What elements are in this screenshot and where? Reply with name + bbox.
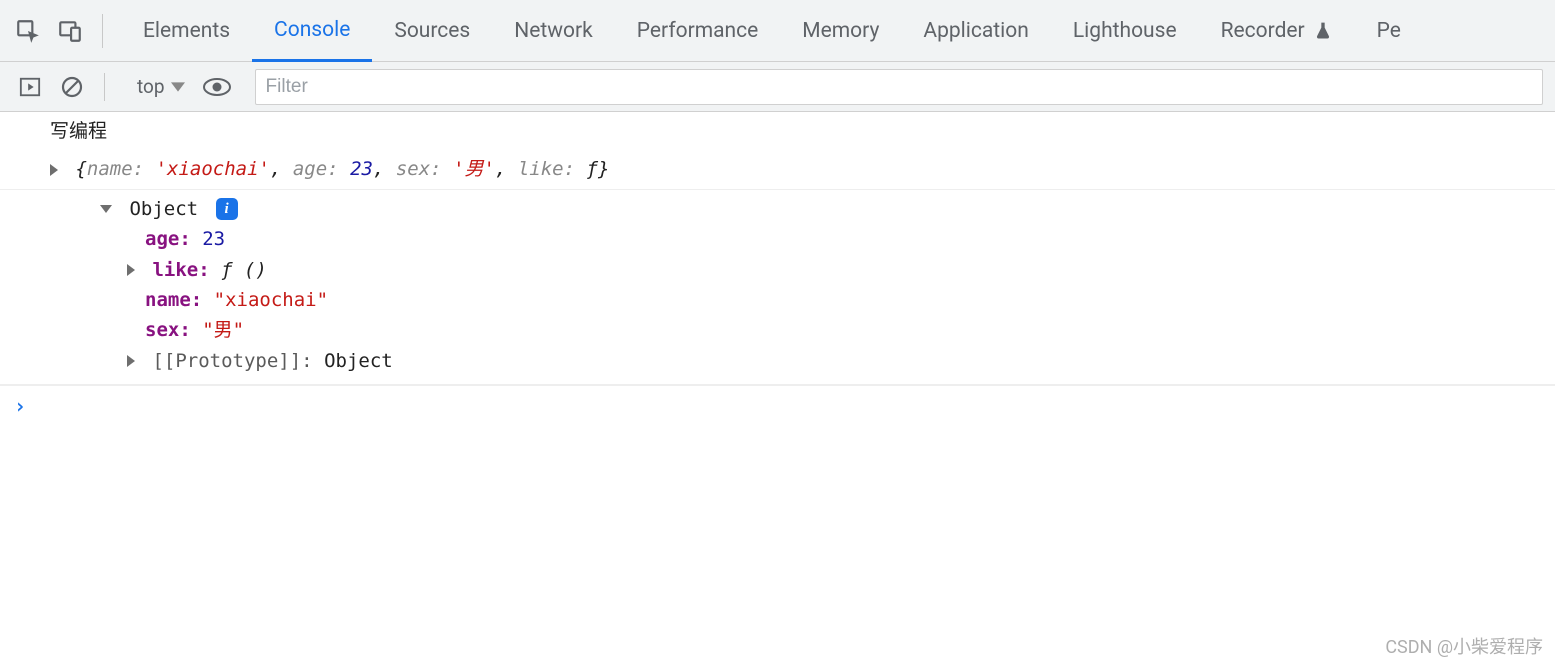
context-selector[interactable]: top [137,75,185,98]
property-row-age[interactable]: age: 23 [50,224,1555,254]
object-label: Object [129,198,198,220]
console-output: 写编程 {name: 'xiaochai', age: 23, sex: '男'… [0,112,1555,427]
log-text: 写编程 [50,120,107,142]
log-text-line: 写编程 [0,112,1555,150]
divider [102,14,103,48]
devtools-tabs-bar: Elements Console Sources Network Perform… [0,0,1555,62]
property-row-sex[interactable]: sex: "男" [50,315,1555,345]
console-prompt[interactable]: › [0,385,1555,426]
property-row-name[interactable]: name: "xiaochai" [50,285,1555,315]
property-row-like[interactable]: like: ƒ () [50,255,1555,285]
tab-performance[interactable]: Performance [615,0,780,62]
prompt-caret-icon: › [14,394,26,418]
tab-elements[interactable]: Elements [121,0,252,62]
device-toolbar-icon[interactable] [52,13,88,49]
property-row-prototype[interactable]: [[Prototype]]: Object [50,346,1555,376]
divider [104,73,105,101]
tab-memory[interactable]: Memory [780,0,901,62]
object-header-row[interactable]: Object i [100,194,1555,224]
tab-console[interactable]: Console [252,0,372,62]
console-toolbar: top [0,62,1555,112]
expand-caret-icon[interactable] [50,164,58,176]
tab-partial[interactable]: Pe [1355,0,1401,62]
expand-caret-icon[interactable] [127,264,135,276]
tab-sources[interactable]: Sources [372,0,492,62]
expand-caret-icon[interactable] [127,355,135,367]
collapse-caret-icon[interactable] [100,205,112,213]
info-icon[interactable]: i [216,198,238,220]
tab-recorder-label: Recorder [1221,19,1305,43]
tab-lighthouse[interactable]: Lighthouse [1051,0,1199,62]
watermark: CSDN @小柴爱程序 [1385,633,1543,659]
sidebar-toggle-icon[interactable] [12,69,48,105]
object-preview: {name: 'xiaochai', age: 23, sex: '男', li… [75,158,609,180]
inspect-element-icon[interactable] [10,13,46,49]
chevron-down-icon [171,82,185,92]
live-expression-icon[interactable] [199,69,235,105]
tab-application[interactable]: Application [901,0,1050,62]
context-label: top [137,75,165,98]
log-object-preview[interactable]: {name: 'xiaochai', age: 23, sex: '男', li… [0,150,1555,189]
tab-recorder[interactable]: Recorder [1199,0,1355,62]
filter-input[interactable] [255,69,1543,105]
log-object-expanded: Object i age: 23 like: ƒ () name: "xiaoc… [0,190,1555,385]
tab-network[interactable]: Network [492,0,615,62]
flask-icon [1313,21,1333,41]
clear-console-icon[interactable] [54,69,90,105]
